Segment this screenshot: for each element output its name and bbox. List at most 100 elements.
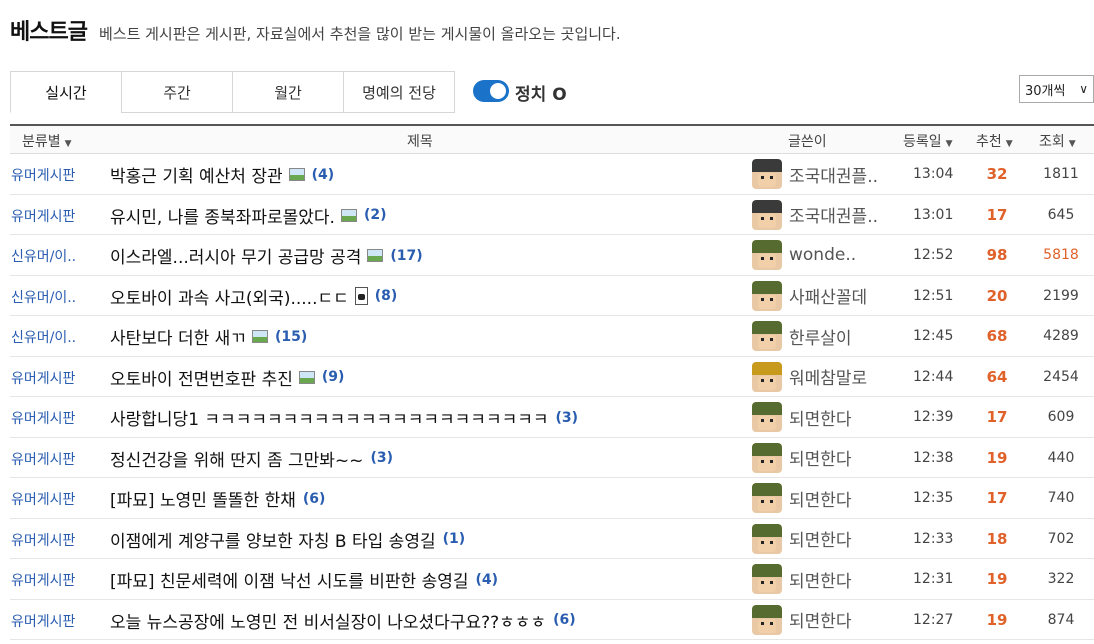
view-count: 2199 (1043, 287, 1079, 304)
post-title-link[interactable]: 이잼에게 계양구를 양보한 자칭 B 타입 송영길 (1) (110, 527, 465, 552)
avatar (752, 604, 782, 635)
comment-count: (3) (370, 450, 393, 466)
avatar (752, 442, 782, 473)
post-date: 12:38 (913, 449, 954, 466)
recommend-count: 17 (986, 408, 1008, 426)
post-category[interactable]: 유머게시판 (11, 368, 75, 388)
post-author[interactable]: 한루살이 (752, 321, 852, 351)
recommend-count: 18 (986, 529, 1008, 548)
sort-down-icon: ▼ (945, 139, 953, 149)
post-title-link[interactable]: 정신건강을 위해 딴지 좀 그만봐~~ (3) (110, 446, 393, 471)
post-author[interactable]: 조국대권플.. (752, 159, 878, 189)
per-page-value: 30개씩 (1025, 83, 1066, 99)
post-author[interactable]: wonde.. (752, 240, 856, 270)
post-category[interactable]: 유머게시판 (11, 611, 75, 631)
table-row: 유머게시판 정신건강을 위해 딴지 좀 그만봐~~ (3) 되면한다 12:38 19 44… (10, 438, 1094, 478)
author-name: 되면한다 (789, 490, 852, 511)
recommend-count: 98 (986, 246, 1008, 264)
post-title: 사랑합니당1 ㅋㅋㅋㅋㅋㅋㅋㅋㅋㅋㅋㅋㅋㅋㅋㅋㅋㅋㅋㅋㅋㅋ (110, 410, 549, 430)
politics-toggle-label: 정치 O (515, 85, 567, 105)
tab-monthly[interactable]: 월간 (232, 71, 344, 113)
post-title-link[interactable]: 오토바이 전면번호판 추진 (9) (110, 365, 344, 390)
post-title-link[interactable]: [파묘] 친문세력에 이잼 낙선 시도를 비판한 송영길 (4) (110, 567, 498, 593)
post-title-link[interactable]: 오토바이 과속 사고(외국).....ㄷㄷ (8) (110, 284, 397, 309)
post-title: [파묘] 친문세력에 이잼 낙선 시도를 비판한 송영길 (110, 572, 469, 592)
post-category[interactable]: 유머게시판 (11, 489, 75, 509)
toggle-knob (490, 83, 506, 99)
image-icon (288, 168, 305, 181)
post-category[interactable]: 신유머/이.. (11, 246, 76, 266)
post-title-link[interactable]: 사랑합니당1 ㅋㅋㅋㅋㅋㅋㅋㅋㅋㅋㅋㅋㅋㅋㅋㅋㅋㅋㅋㅋㅋㅋ (3) (110, 405, 579, 431)
avatar (752, 280, 782, 311)
post-author[interactable]: 사패산꼴데 (752, 280, 867, 311)
post-title-link[interactable]: 유시민, 나를 종북좌파로몰았다. (2) (110, 203, 386, 228)
post-author[interactable]: 되면한다 (752, 442, 852, 473)
recommend-count: 32 (986, 165, 1008, 183)
header-category[interactable]: 분류별 ▼ (22, 131, 72, 151)
post-category[interactable]: 유머게시판 (11, 165, 75, 185)
tab-realtime[interactable]: 실시간 (10, 71, 122, 113)
post-category[interactable]: 유머게시판 (11, 570, 75, 590)
post-category[interactable]: 신유머/이.. (11, 327, 76, 347)
post-title: 이잼에게 계양구를 양보한 자칭 B 타입 송영길 (110, 531, 436, 552)
header-views-label: 조회 (1039, 134, 1065, 150)
table-row: 유머게시판 [파묘] 노영민 똘똘한 한채 (6) 되면한다 12:35 17 740 (10, 478, 1094, 519)
post-author[interactable]: 되면한다 (752, 483, 852, 513)
tab-hall-of-fame[interactable]: 명예의 전당 (343, 71, 455, 113)
comment-count: (2) (363, 207, 387, 223)
author-name: 되면한다 (789, 409, 852, 430)
post-date: 12:44 (913, 368, 954, 385)
post-title: 박홍근 기획 예산처 장관 (110, 167, 283, 187)
post-title-link[interactable]: 사탄보다 더한 새ㄲ (15) (110, 324, 307, 350)
comment-count: (8) (374, 288, 398, 304)
header-recommend[interactable]: 추천 ▼ (976, 131, 1013, 151)
tab-weekly[interactable]: 주간 (121, 71, 233, 113)
politics-toggle[interactable] (473, 80, 509, 102)
post-date: 12:39 (913, 409, 954, 425)
recommend-count: 17 (986, 489, 1008, 507)
post-author[interactable]: 조국대권플.. (752, 199, 878, 230)
image-icon (298, 370, 315, 384)
post-category[interactable]: 유머게시판 (11, 449, 75, 469)
avatar (752, 159, 782, 189)
sort-down-icon: ▼ (1068, 139, 1076, 149)
chevron-down-icon: ∨ (1079, 82, 1088, 96)
post-date: 12:27 (913, 611, 954, 628)
recommend-count: 19 (986, 570, 1008, 588)
table-row: 유머게시판 [파묘] 친문세력에 이잼 낙선 시도를 비판한 송영길 (4) 되면한다… (10, 559, 1094, 600)
view-count: 5818 (1043, 247, 1079, 263)
post-title-link[interactable]: 이스라엘...러시아 무기 공급망 공격 (17) (110, 243, 423, 269)
page-header: 베스트글 베스트 게시판은 게시판, 자료실에서 추천을 많이 받는 게시물이 … (10, 14, 621, 46)
post-title-link[interactable]: 박홍근 기획 예산처 장관 (4) (110, 162, 334, 188)
recommend-count: 19 (986, 610, 1008, 629)
view-count: 645 (1047, 206, 1075, 223)
avatar (752, 483, 782, 513)
post-author[interactable]: 되면한다 (752, 564, 852, 594)
post-author[interactable]: 되면한다 (752, 523, 852, 554)
avatar (752, 361, 782, 392)
view-count: 4289 (1043, 328, 1079, 344)
post-author[interactable]: 되면한다 (752, 402, 852, 432)
recommend-count: 64 (986, 367, 1008, 386)
post-category[interactable]: 유머게시판 (11, 206, 75, 226)
post-category[interactable]: 유머게시판 (11, 408, 75, 428)
post-author[interactable]: 워메참말로 (752, 361, 867, 392)
comment-count: (3) (555, 409, 579, 426)
header-views[interactable]: 조회 ▼ (1039, 131, 1076, 151)
author-name: 한루살이 (789, 328, 852, 349)
per-page-select[interactable]: 30개씩 ∨ (1019, 75, 1094, 103)
post-title: 유시민, 나를 종북좌파로몰았다. (110, 207, 335, 228)
post-author[interactable]: 되면한다 (752, 604, 852, 635)
header-category-label: 분류별 (22, 134, 61, 150)
header-recommend-label: 추천 (976, 134, 1002, 150)
post-category[interactable]: 신유머/이.. (11, 287, 76, 307)
recommend-count: 20 (986, 286, 1008, 305)
post-title-link[interactable]: 오늘 뉴스공장에 노영민 전 비서실장이 나오셨다구요??ㅎㅎㅎ (6) (110, 608, 576, 633)
view-count: 609 (1047, 409, 1075, 425)
post-category[interactable]: 유머게시판 (11, 530, 75, 550)
header-date[interactable]: 등록일 ▼ (903, 131, 953, 151)
post-title-link[interactable]: [파묘] 노영민 똘똘한 한채 (6) (110, 486, 325, 512)
post-list: 유머게시판 박홍근 기획 예산처 장관 (4) 조국대권플.. 13:04 32 1811 유… (10, 154, 1094, 640)
comment-count: (6) (553, 612, 576, 628)
image-icon (251, 330, 268, 343)
